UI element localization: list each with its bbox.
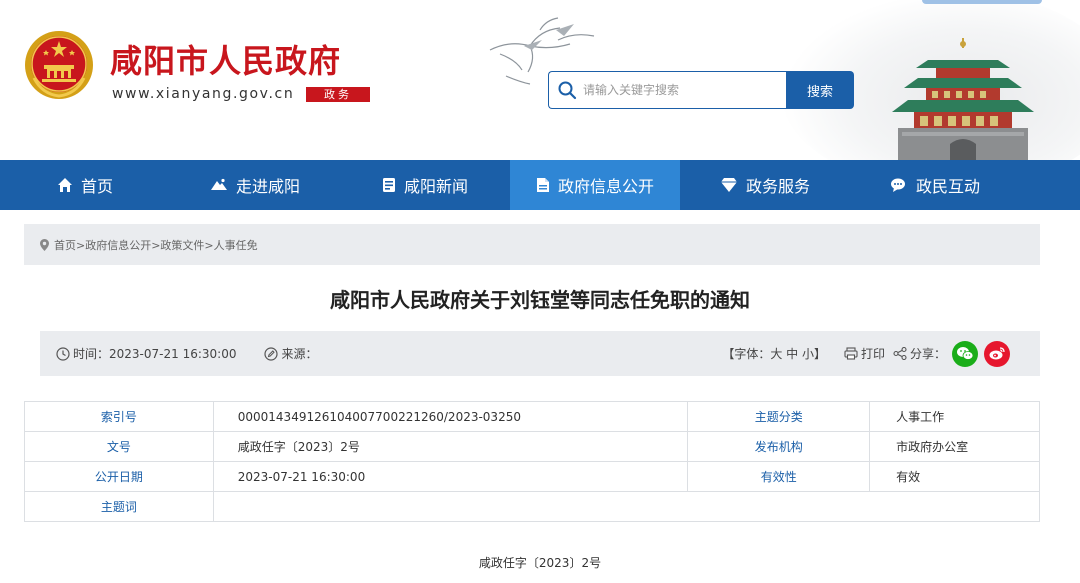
search-input[interactable] — [583, 80, 779, 100]
topic-value: 人事工作 — [869, 401, 1040, 432]
wechat-icon — [957, 347, 974, 360]
article-source: 来源： — [264, 345, 317, 362]
clock-icon — [56, 346, 70, 361]
site-url[interactable]: www.xianyang.gov.cn — [112, 86, 294, 102]
nav-item-services[interactable]: 政务服务 — [680, 160, 850, 210]
table-row: 索引号 00001434912610400770022126​0/2023-03… — [24, 401, 1040, 432]
wechat-share-button[interactable] — [952, 340, 978, 367]
nav-label: 走进咸阳 — [235, 177, 300, 196]
share-icon — [893, 347, 907, 360]
article-title: 咸阳市人民政府关于刘钰堂等同志任免职的通知 — [330, 288, 750, 312]
validity-value: 有效 — [869, 461, 1040, 492]
print-label: 打印 — [860, 347, 885, 361]
source-label: 来源： — [281, 347, 318, 361]
nav-label: 首页 — [80, 177, 113, 196]
nav-label: 咸阳新闻 — [403, 177, 468, 196]
time-label: 时间： — [73, 347, 110, 361]
doc-no-label: 文号 — [24, 431, 214, 462]
search-icon — [558, 81, 577, 100]
breadcrumb-text[interactable]: 首页>政府信息公开>政策文件>人事任免 — [54, 237, 258, 253]
nav-label: 政府信息公开 — [557, 177, 654, 196]
document-number: 咸政任字〔2023〕2号 — [478, 556, 602, 570]
table-row: 文号 咸政任字〔2023〕2号 发布机构 市政府办公室 — [24, 431, 1040, 462]
site-title[interactable]: 咸阳市人民政府 — [110, 36, 341, 82]
top-decoration — [922, 0, 1042, 4]
article-meta-bar: 时间： 2023-07-21 16:30:00 来源： 【字体：大 中 小】 打… — [40, 331, 1040, 376]
publish-time: 时间： 2023-07-21 16:30:00 — [56, 345, 236, 362]
edit-icon — [264, 346, 279, 361]
weibo-icon — [989, 347, 1005, 360]
print-button[interactable]: 打印 — [844, 345, 885, 362]
main-nav: 首页 走进咸阳 咸阳新闻 政府信息公开 政务服务 政民互动 — [0, 160, 1080, 210]
weibo-share-button[interactable] — [984, 340, 1010, 367]
keywords-label: 主题词 — [24, 491, 214, 522]
doc-no-value: 咸政任字〔2023〕2号 — [212, 431, 689, 462]
breadcrumb: 首页>政府信息公开>政策文件>人事任免 — [24, 224, 1040, 265]
publisher-value: 市政府办公室 — [869, 431, 1040, 462]
nav-label: 政民互动 — [915, 177, 980, 196]
news-icon — [382, 178, 395, 192]
url-badge: 政务 — [306, 87, 370, 102]
pagoda-illustration-icon — [892, 38, 1034, 160]
share-control: 分享： — [893, 345, 946, 362]
table-row: 公开日期 2023-07-21 16:30:00 有效性 有效 — [24, 461, 1040, 492]
document-icon — [536, 178, 549, 192]
print-icon — [844, 347, 858, 360]
nav-item-gov-info[interactable]: 政府信息公开 — [510, 160, 680, 210]
national-emblem-icon[interactable] — [22, 28, 96, 102]
topic-label: 主题分类 — [687, 401, 871, 432]
validity-label: 有效性 — [687, 461, 871, 492]
time-value: 2023-07-21 16:30:00 — [109, 346, 237, 361]
mountain-icon — [210, 178, 227, 190]
document-info-table: 索引号 00001434912610400770022126​0/2023-03… — [24, 401, 1041, 522]
diamond-icon — [720, 178, 737, 192]
index-no-value: 00001434912610400770022126​0/2023-03250 — [212, 401, 689, 432]
search-button[interactable]: 搜索 — [786, 71, 854, 109]
publisher-label: 发布机构 — [687, 431, 871, 462]
nav-item-home[interactable]: 首页 — [0, 160, 170, 210]
table-row: 主题词 — [24, 491, 1041, 522]
index-no-label: 索引号 — [24, 401, 214, 432]
nav-item-interaction[interactable]: 政民互动 — [850, 160, 1020, 210]
nav-item-news[interactable]: 咸阳新闻 — [340, 160, 510, 210]
search-box — [548, 71, 786, 109]
share-label: 分享： — [909, 347, 946, 361]
keywords-value — [212, 491, 1041, 522]
site-header: 咸阳市人民政府 www.xianyang.gov.cn 政务 搜索 — [0, 0, 1080, 160]
nav-item-about[interactable]: 走进咸阳 — [170, 160, 340, 210]
date-value: 2023-07-21 16:30:00 — [212, 461, 689, 492]
date-label: 公开日期 — [24, 461, 214, 492]
font-size-control[interactable]: 【字体：大 中 小】 — [722, 345, 826, 362]
home-icon — [57, 178, 72, 192]
chat-icon — [890, 178, 905, 192]
location-pin-icon — [40, 238, 49, 251]
nav-label: 政务服务 — [745, 177, 810, 196]
